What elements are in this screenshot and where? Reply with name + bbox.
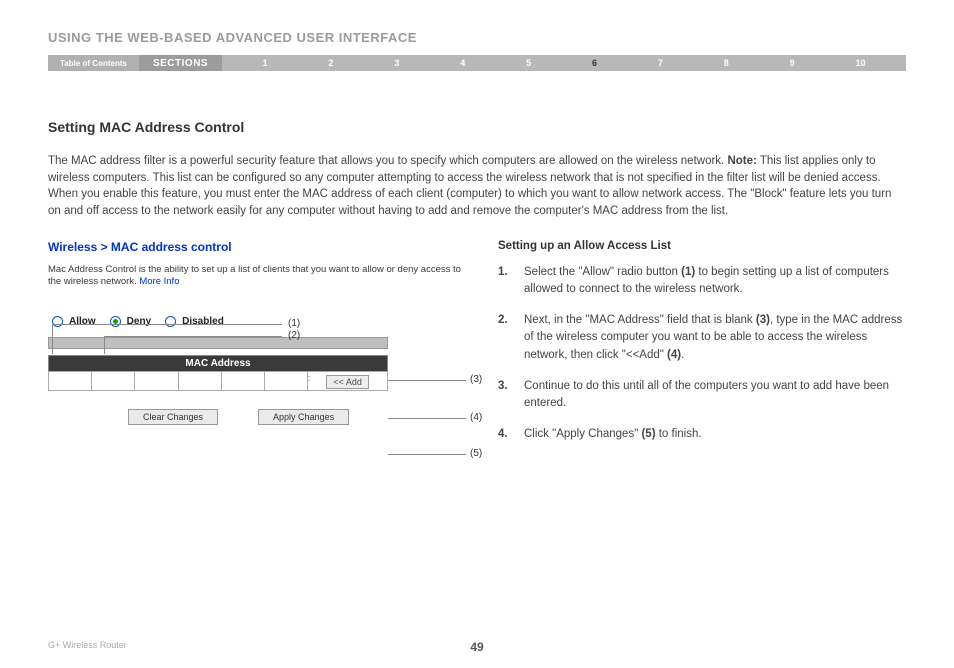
callout-5: (5) bbox=[470, 448, 482, 459]
nav-num-7[interactable]: 7 bbox=[658, 58, 663, 68]
mac-octet-5[interactable] bbox=[221, 372, 264, 391]
section-nav: Table of Contents SECTIONS 1 2 3 4 5 6 7… bbox=[48, 55, 906, 71]
mac-octet-3[interactable] bbox=[135, 372, 178, 391]
nav-num-6[interactable]: 6 bbox=[592, 58, 597, 68]
radio-disabled-label: Disabled bbox=[182, 316, 224, 327]
radio-group: Allow Deny Disabled bbox=[52, 316, 468, 327]
more-info-link[interactable]: More Info bbox=[139, 276, 179, 287]
radio-allow[interactable] bbox=[52, 316, 63, 327]
radio-disabled[interactable] bbox=[165, 316, 176, 327]
nav-num-3[interactable]: 3 bbox=[394, 58, 399, 68]
nav-num-4[interactable]: 4 bbox=[460, 58, 465, 68]
intro-paragraph: The MAC address filter is a powerful sec… bbox=[48, 153, 906, 220]
mac-header: MAC Address bbox=[49, 356, 388, 372]
step-4-ref: (5) bbox=[641, 428, 655, 440]
nav-num-2[interactable]: 2 bbox=[328, 58, 333, 68]
add-button[interactable]: << Add bbox=[326, 375, 369, 389]
nav-num-10[interactable]: 10 bbox=[856, 58, 866, 68]
radio-allow-label: Allow bbox=[69, 316, 96, 327]
callout-4: (4) bbox=[470, 412, 482, 423]
step-2-ref: (3) bbox=[756, 314, 770, 326]
step-4: 4. Click "Apply Changes" (5) to finish. bbox=[498, 426, 906, 443]
page-footer: G+ Wireless Router 49 bbox=[48, 640, 906, 650]
step-4-post: to finish. bbox=[656, 428, 702, 440]
step-2-pre: Next, in the "MAC Address" field that is… bbox=[524, 314, 756, 326]
ui-breadcrumb: Wireless > MAC address control bbox=[48, 240, 468, 254]
step-3: 3. Continue to do this until all of the … bbox=[498, 378, 906, 413]
nav-num-9[interactable]: 9 bbox=[790, 58, 795, 68]
step-2-post: . bbox=[681, 349, 684, 361]
step-3-text: Continue to do this until all of the com… bbox=[524, 378, 906, 413]
step-1-ref: (1) bbox=[681, 266, 695, 278]
nav-num-5[interactable]: 5 bbox=[526, 58, 531, 68]
radio-deny[interactable] bbox=[110, 316, 121, 327]
callout-2: (2) bbox=[288, 330, 300, 341]
step-1-pre: Select the "Allow" radio button bbox=[524, 266, 681, 278]
step-2-ref2: (4) bbox=[667, 349, 681, 361]
page-number: 49 bbox=[470, 640, 483, 654]
callout-1: (1) bbox=[288, 318, 300, 329]
mac-input-row: << Add bbox=[49, 372, 388, 391]
mac-octet-1[interactable] bbox=[49, 372, 92, 391]
ui-description: Mac Address Control is the ability to se… bbox=[48, 264, 468, 289]
mac-octet-6[interactable] bbox=[265, 372, 308, 391]
mac-octet-4[interactable] bbox=[178, 372, 221, 391]
grey-bar bbox=[48, 337, 388, 349]
step-num-1: 1. bbox=[498, 264, 524, 299]
mac-octet-2[interactable] bbox=[92, 372, 135, 391]
intro-pre: The MAC address filter is a powerful sec… bbox=[48, 155, 727, 167]
chapter-title: USING THE WEB-BASED ADVANCED USER INTERF… bbox=[48, 30, 906, 45]
step-num-2: 2. bbox=[498, 312, 524, 364]
step-num-4: 4. bbox=[498, 426, 524, 443]
step-num-3: 3. bbox=[498, 378, 524, 413]
nav-numbers: 1 2 3 4 5 6 7 8 9 10 bbox=[222, 55, 906, 71]
callout-3: (3) bbox=[470, 374, 482, 385]
note-label: Note: bbox=[727, 155, 756, 167]
step-1: 1. Select the "Allow" radio button (1) t… bbox=[498, 264, 906, 299]
nav-sections-label: SECTIONS bbox=[139, 55, 222, 71]
ui-desc-text: Mac Address Control is the ability to se… bbox=[48, 264, 461, 287]
nav-num-8[interactable]: 8 bbox=[724, 58, 729, 68]
section-title: Setting MAC Address Control bbox=[48, 119, 906, 135]
steps-list: 1. Select the "Allow" radio button (1) t… bbox=[498, 264, 906, 444]
nav-toc[interactable]: Table of Contents bbox=[48, 55, 139, 71]
nav-num-1[interactable]: 1 bbox=[263, 58, 268, 68]
footer-product: G+ Wireless Router bbox=[48, 640, 127, 650]
step-2: 2. Next, in the "MAC Address" field that… bbox=[498, 312, 906, 364]
allow-list-heading: Setting up an Allow Access List bbox=[498, 240, 906, 252]
clear-changes-button[interactable]: Clear Changes bbox=[128, 409, 218, 425]
mac-address-table: MAC Address << Add bbox=[48, 355, 388, 391]
apply-changes-button[interactable]: Apply Changes bbox=[258, 409, 349, 425]
step-4-pre: Click "Apply Changes" bbox=[524, 428, 641, 440]
radio-deny-label: Deny bbox=[127, 316, 151, 327]
